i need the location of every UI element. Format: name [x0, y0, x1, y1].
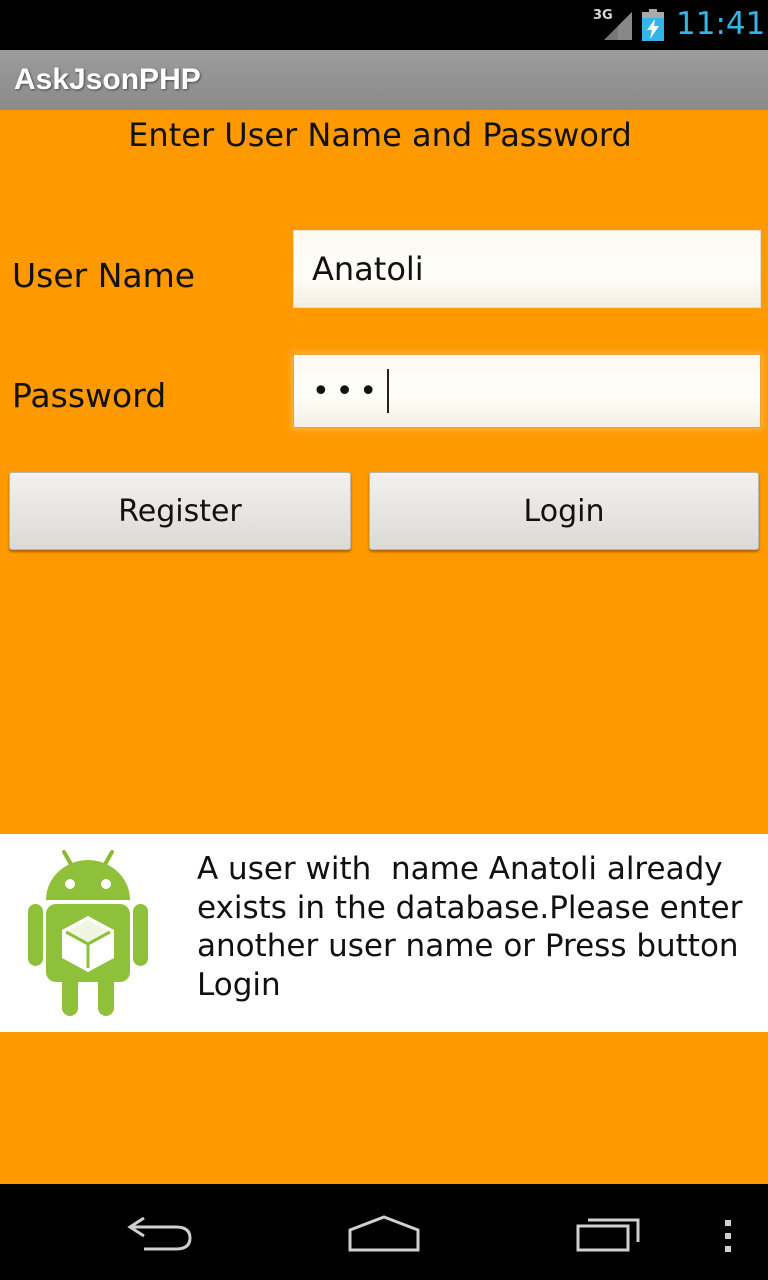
status-bar: 3G 11:41 [0, 0, 768, 50]
menu-overflow-icon[interactable] [722, 1218, 734, 1254]
home-icon[interactable] [346, 1214, 422, 1254]
password-label: Password [12, 376, 167, 415]
user-name-value: Anatoli [312, 250, 424, 288]
toast-text: A user with name Anatoli already exists … [197, 851, 753, 1003]
text-cursor [387, 369, 390, 413]
android-robot-icon [28, 850, 148, 1016]
toast-message: A user with name Anatoli already exists … [0, 834, 768, 1032]
user-name-label: User Name [12, 256, 196, 295]
user-name-input[interactable]: Anatoli [293, 230, 761, 308]
recent-apps-icon[interactable] [574, 1214, 644, 1254]
login-button[interactable]: Login [369, 472, 759, 550]
form-heading: Enter User Name and Password [128, 116, 632, 154]
clock: 11:41 [676, 6, 766, 42]
password-input[interactable]: ••• [293, 354, 761, 428]
action-bar: AskJsonPHP [0, 50, 768, 110]
password-value: ••• [312, 373, 384, 409]
navigation-bar [0, 1184, 768, 1280]
app-title: AskJsonPHP [14, 63, 201, 96]
register-button[interactable]: Register [9, 472, 351, 550]
back-icon[interactable] [124, 1214, 196, 1254]
battery-charging-icon [642, 9, 664, 41]
signal-icon [604, 12, 632, 40]
main-content: Enter User Name and Password User Name A… [0, 110, 768, 1184]
